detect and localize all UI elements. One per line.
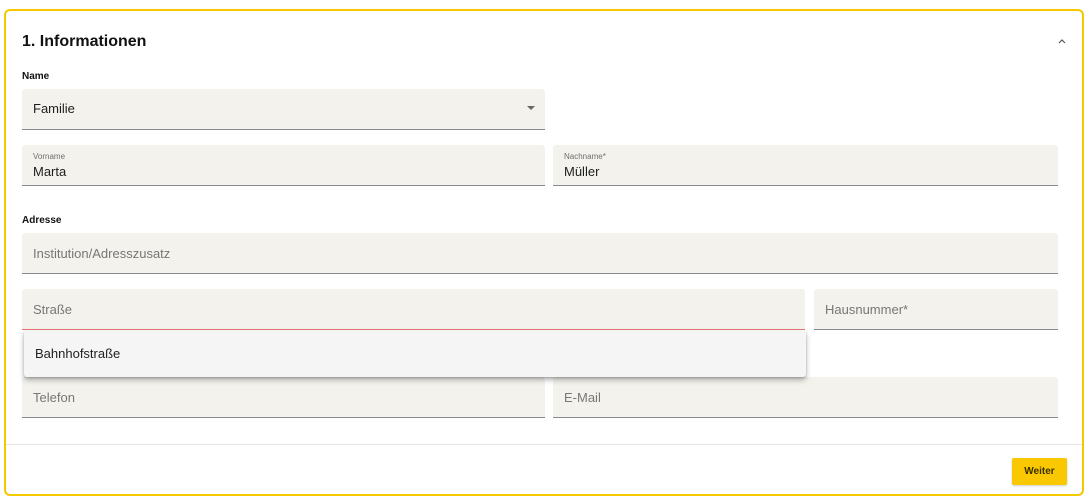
last-name-value: Müller: [564, 164, 600, 179]
next-button[interactable]: Weiter: [1012, 458, 1067, 485]
first-name-label: Vorname: [33, 152, 66, 161]
house-number-field[interactable]: Hausnummer*: [814, 289, 1058, 330]
first-name-value: Marta: [33, 164, 67, 179]
footer-divider: [6, 444, 1082, 445]
chevron-up-icon[interactable]: [1054, 33, 1070, 49]
phone-placeholder: Telefon: [33, 390, 75, 405]
salutation-select[interactable]: Familie: [22, 89, 545, 130]
street-autocomplete-panel: Bahnhofstraße: [24, 331, 806, 377]
institution-field[interactable]: Institution/Adresszusatz: [22, 233, 1058, 274]
institution-placeholder: Institution/Adresszusatz: [33, 246, 171, 261]
autocomplete-option-bahnhofstrasse[interactable]: Bahnhofstraße: [35, 346, 120, 361]
house-number-placeholder: Hausnummer*: [825, 302, 909, 317]
email-field[interactable]: E-Mail: [553, 377, 1058, 418]
street-placeholder: Straße: [33, 302, 73, 317]
last-name-label: Nachname*: [564, 152, 606, 161]
name-section-label: Name: [22, 71, 50, 82]
panel-header[interactable]: 1. Informationen: [6, 11, 1082, 71]
last-name-field[interactable]: Nachname* Müller: [553, 145, 1058, 186]
salutation-value: Familie: [33, 101, 75, 116]
email-placeholder: E-Mail: [564, 390, 601, 405]
information-panel: 1. Informationen Name Familie Vorname Ma…: [4, 9, 1084, 496]
panel-title: 1. Informationen: [22, 33, 147, 50]
street-field[interactable]: Straße: [22, 289, 805, 330]
first-name-field[interactable]: Vorname Marta: [22, 145, 545, 186]
address-section-label: Adresse: [22, 215, 62, 226]
phone-field[interactable]: Telefon: [22, 377, 545, 418]
caret-down-icon: [527, 106, 535, 110]
